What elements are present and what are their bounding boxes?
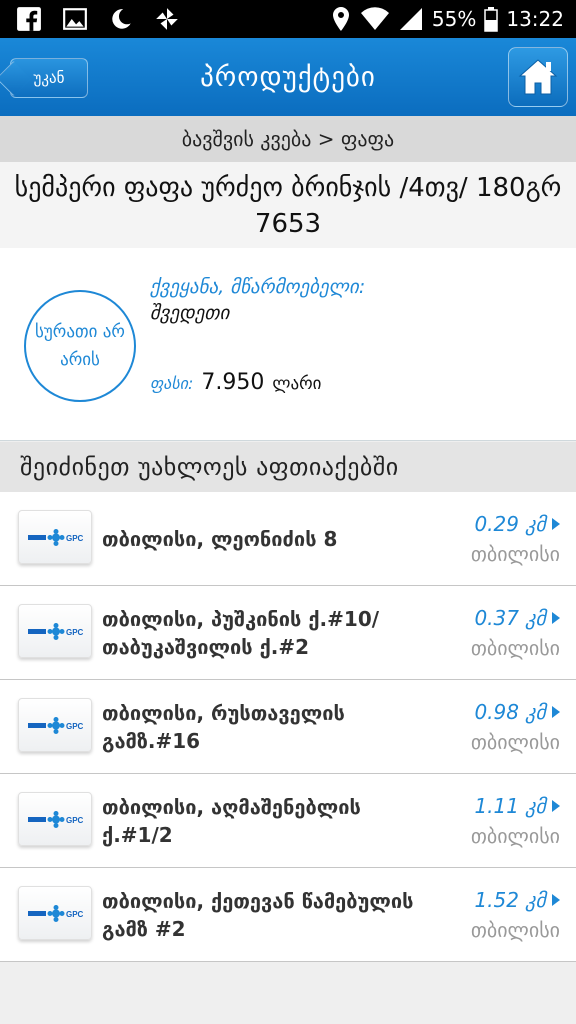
app-bar: უკან პროდუქტები [0, 38, 576, 116]
list-item[interactable]: GPC თბილისი, ქეთევან წამებულის გამზ #2 1… [0, 868, 576, 962]
gpc-logo: GPC [18, 698, 92, 752]
station-address: თბილისი, ქეთევან წამებულის გამზ #2 [102, 889, 414, 941]
gpc-logo-text: GPC [66, 910, 84, 919]
list-item[interactable]: GPC თბილისი, აღმაშენებლის ქ.#1/2 1.11 კმ… [0, 774, 576, 868]
chevron-right-icon [552, 800, 560, 812]
station-distance: 0.37 კმ [474, 606, 546, 630]
image-icon [63, 8, 87, 30]
station-address: თბილისი, აღმაშენებლის ქ.#1/2 [102, 795, 361, 847]
battery-percent: 55% [431, 7, 477, 31]
list-item[interactable]: GPC თბილისი, ლეონიძის 8 0.29 კმ თბილისი [0, 492, 576, 586]
gpc-logo-icon: GPC [28, 905, 84, 922]
gpc-logo: GPC [18, 886, 92, 940]
gpc-logo-text: GPC [66, 722, 84, 731]
chevron-right-icon [552, 894, 560, 906]
product-card: სურათი არ არის ქვეყანა, მწარმოებელი: შვე… [0, 248, 576, 441]
home-button[interactable] [508, 47, 568, 107]
origin-value: შვედეთი [150, 302, 230, 324]
gpc-logo-icon: GPC [28, 717, 84, 734]
gpc-logo: GPC [18, 510, 92, 564]
product-name: სემპერი ფაფა ურძეო ბრინჯის /4თვ/ 180გრ 7… [0, 162, 576, 248]
gpc-logo-text: GPC [66, 628, 84, 637]
clock: 13:22 [506, 7, 564, 31]
station-list: GPC თბილისი, ლეონიძის 8 0.29 კმ თბილისი … [0, 492, 576, 962]
price-label: ფასი: [150, 374, 194, 393]
status-bar: 55% 13:22 [0, 0, 576, 38]
facebook-icon [17, 7, 41, 31]
station-address: თბილისი, ლეონიძის 8 [102, 527, 338, 551]
station-distance: 1.11 კმ [474, 794, 546, 818]
no-image-placeholder: სურათი არ არის [24, 290, 136, 402]
chevron-right-icon [552, 518, 560, 530]
pinwheel-icon [156, 8, 178, 30]
station-address: თბილისი, რუსთაველის გამზ.#16 [102, 701, 345, 753]
station-city: თბილისი [470, 918, 560, 942]
back-button-label: უკან [33, 69, 65, 87]
price-value: 7.950 [201, 370, 265, 395]
station-distance: 1.52 კმ [474, 888, 546, 912]
gpc-logo-icon: GPC [28, 529, 84, 546]
station-distance: 0.29 კმ [474, 512, 546, 536]
battery-icon [484, 7, 499, 32]
gpc-logo: GPC [18, 604, 92, 658]
gpc-logo-icon: GPC [28, 811, 84, 828]
back-button[interactable]: უკან [10, 58, 88, 98]
gpc-logo: GPC [18, 792, 92, 846]
price-currency: ლარი [272, 374, 322, 394]
moon-icon [112, 9, 131, 29]
home-icon [518, 59, 558, 95]
list-item[interactable]: GPC თბილისი, პუშკინის ქ.#10/ თაბუკაშვილი… [0, 586, 576, 680]
product-info: ქვეყანა, მწარმოებელი: შვედეთი [150, 276, 365, 324]
gpc-logo-icon: GPC [28, 623, 84, 640]
station-city: თბილისი [470, 542, 560, 566]
page-title: პროდუქტები [200, 61, 376, 93]
station-city: თბილისი [470, 730, 560, 754]
list-item[interactable]: GPC თბილისი, რუსთაველის გამზ.#16 0.98 კმ… [0, 680, 576, 774]
station-city: თბილისი [470, 636, 560, 660]
station-address: თბილისი, პუშკინის ქ.#10/ თაბუკაშვილის ქ.… [102, 607, 380, 659]
section-header: შეიძინეთ უახლოეს აფთიაქებში [0, 442, 576, 492]
station-city: თბილისი [470, 824, 560, 848]
chevron-right-icon [552, 612, 560, 624]
origin-label: ქვეყანა, მწარმოებელი: [150, 276, 366, 298]
breadcrumb[interactable]: ბავშვის კვება > ფაფა [0, 116, 576, 162]
gpc-logo-text: GPC [66, 816, 84, 825]
chevron-right-icon [552, 706, 560, 718]
station-distance: 0.98 კმ [474, 700, 546, 724]
gpc-logo-text: GPC [66, 534, 84, 543]
signal-icon [399, 8, 422, 30]
location-icon [332, 7, 349, 31]
price-row: ფასი: 7.950 ლარი [150, 370, 321, 395]
wifi-icon [360, 7, 389, 31]
